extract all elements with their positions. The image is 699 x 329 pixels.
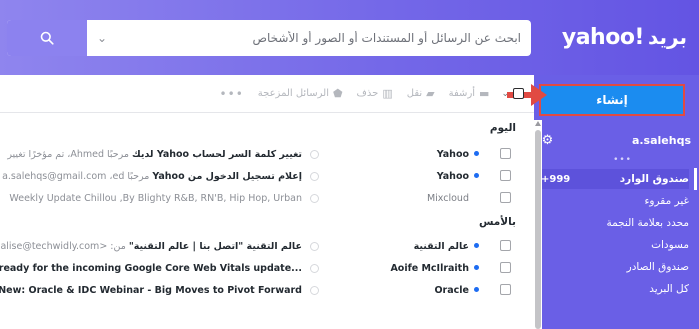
message-toolbar: ⌄ ▬ أرشفة ▰ نقل ▥ حذف ⬟ الرسائل المزعجة … bbox=[0, 75, 534, 113]
sidebar-item-label: غير مقروء bbox=[644, 195, 689, 207]
message-subject: Weekly Update Chillou ,By Blighty R&B, R… bbox=[0, 193, 302, 204]
more-actions-button[interactable]: ••• bbox=[220, 87, 244, 101]
message-row[interactable]: Oracle New: Oracle & IDC Webinar - Big M… bbox=[0, 279, 534, 301]
star-icon[interactable] bbox=[310, 263, 319, 273]
sidebar-item-drafts[interactable]: مسودات bbox=[541, 235, 689, 255]
unread-dot-icon bbox=[474, 265, 479, 270]
message-checkbox[interactable] bbox=[500, 284, 511, 295]
move-button[interactable]: ▰ نقل bbox=[407, 87, 435, 100]
move-label: نقل bbox=[406, 88, 423, 99]
subject-text: تغيير كلمة السر لحساب Yahoo لديك bbox=[132, 148, 302, 160]
scroll-up-arrow-icon[interactable] bbox=[535, 121, 541, 126]
folder-move-icon: ▰ bbox=[426, 87, 435, 100]
archive-button[interactable]: ▬ أرشفة bbox=[449, 87, 490, 100]
sidebar: إنشاء ⚙ a.salehqs ••• صندوق الوارد 999+ … bbox=[534, 75, 699, 329]
snippet-text: مرحبًا a.salehqs@gmail.com ،ed bbox=[2, 170, 153, 182]
message-sender: Mixcloud bbox=[426, 192, 469, 204]
unread-count-badge: 999+ bbox=[541, 173, 571, 185]
unread-dot-icon bbox=[474, 151, 479, 156]
message-sender: Aoife McIlraith bbox=[390, 262, 469, 274]
star-icon[interactable] bbox=[310, 149, 319, 159]
sidebar-item-inbox[interactable]: صندوق الوارد 999+ bbox=[541, 169, 689, 189]
compose-button[interactable]: إنشاء bbox=[539, 84, 685, 116]
sidebar-item-label: مسودات bbox=[651, 239, 689, 251]
snippet-text: من: <alise@techwidly.com bbox=[0, 240, 129, 252]
message-subject: تغيير كلمة السر لحساب Yahoo لديك مرحبًا … bbox=[0, 149, 302, 160]
message-list: اليوم Yahoo تغيير كلمة السر لحساب Yahoo … bbox=[0, 114, 534, 329]
sidebar-item-label: صندوق الصادر bbox=[626, 261, 689, 273]
star-icon[interactable] bbox=[310, 193, 319, 203]
message-checkbox[interactable] bbox=[500, 148, 511, 159]
subject-text: New: Oracle & IDC Webinar - Big Moves to… bbox=[0, 284, 302, 296]
message-row[interactable]: عالم التقنية عالم التقنية "اتصل بنا | عا… bbox=[0, 235, 534, 257]
delete-button[interactable]: ▥ حذف bbox=[357, 87, 393, 100]
yahoo-mail-logo[interactable]: yahoo! بريد bbox=[562, 20, 687, 54]
search-icon bbox=[40, 31, 54, 45]
delete-label: حذف bbox=[356, 88, 379, 99]
search-options-dropdown[interactable]: ⌄ bbox=[87, 20, 117, 56]
sidebar-item-label: محدد بعلامة النجمة bbox=[606, 217, 689, 229]
logo-yahoo-text: yahoo! bbox=[561, 24, 645, 50]
unread-dot-icon bbox=[474, 243, 479, 248]
logo-mail-text: بريد bbox=[647, 25, 687, 49]
subject-text: ...site ready for the incoming Google Co… bbox=[0, 262, 302, 274]
group-label-yesterday: بالأمس bbox=[478, 216, 516, 228]
search-button[interactable] bbox=[7, 20, 87, 56]
sidebar-scrollbar[interactable] bbox=[534, 120, 542, 329]
message-checkbox[interactable] bbox=[500, 240, 511, 251]
account-name[interactable]: a.salehqs bbox=[632, 134, 691, 147]
account-row: ⚙ a.salehqs bbox=[541, 130, 691, 150]
spam-button[interactable]: ⬟ الرسائل المزعجة bbox=[258, 87, 343, 100]
message-checkbox[interactable] bbox=[500, 262, 511, 273]
unread-dot-icon bbox=[474, 287, 479, 292]
sidebar-item-unread[interactable]: غير مقروء bbox=[541, 191, 689, 211]
message-sender: Yahoo bbox=[436, 148, 469, 160]
message-row[interactable]: Mixcloud Weekly Update Chillou ,By Bligh… bbox=[0, 187, 534, 209]
message-checkbox[interactable] bbox=[500, 170, 511, 181]
gear-icon[interactable]: ⚙ bbox=[541, 133, 554, 148]
message-row[interactable]: Aoife McIlraith ...site ready for the in… bbox=[0, 257, 534, 279]
message-row[interactable]: Yahoo تغيير كلمة السر لحساب Yahoo لديك م… bbox=[0, 143, 534, 165]
message-subject: عالم التقنية "اتصل بنا | عالم التقنية" م… bbox=[0, 241, 302, 252]
group-label-today: اليوم bbox=[489, 122, 516, 134]
select-all-control[interactable]: ⌄ bbox=[501, 88, 524, 99]
subject-text: عالم التقنية "اتصل بنا | عالم التقنية" bbox=[128, 240, 302, 252]
message-subject: ...site ready for the incoming Google Co… bbox=[0, 263, 302, 274]
star-icon[interactable] bbox=[310, 285, 319, 295]
message-checkbox[interactable] bbox=[500, 192, 511, 203]
message-row[interactable]: Yahoo إعلام تسجيل الدخول من Yahoo مرحبًا… bbox=[0, 165, 534, 187]
chevron-down-icon[interactable]: ⌄ bbox=[501, 89, 509, 99]
search-bar: ⌄ bbox=[7, 20, 531, 56]
archive-label: أرشفة bbox=[448, 88, 476, 99]
unread-dot-icon bbox=[474, 173, 479, 178]
top-header: ⌄ yahoo! بريد bbox=[0, 0, 699, 75]
chevron-down-icon: ⌄ bbox=[96, 31, 108, 45]
message-sender: Oracle bbox=[434, 284, 469, 296]
message-subject: إعلام تسجيل الدخول من Yahoo مرحبًا a.sal… bbox=[0, 171, 302, 182]
message-subject: New: Oracle & IDC Webinar - Big Moves to… bbox=[0, 285, 302, 296]
sidebar-item-label: كل البريد bbox=[649, 283, 689, 295]
subject-text: إعلام تسجيل الدخول من Yahoo bbox=[152, 170, 302, 182]
trash-icon: ▥ bbox=[382, 87, 393, 100]
more-dots[interactable]: ••• bbox=[613, 155, 632, 165]
star-icon[interactable] bbox=[310, 171, 319, 181]
spam-label: الرسائل المزعجة bbox=[257, 88, 329, 99]
snippet-text: مرحبًا Ahmed، تم مؤخرًا تغيير bbox=[7, 148, 133, 160]
sidebar-item-sent[interactable]: صندوق الصادر bbox=[541, 257, 689, 277]
sidebar-item-label: صندوق الوارد bbox=[619, 173, 689, 185]
star-icon[interactable] bbox=[310, 241, 319, 251]
message-sender: Yahoo bbox=[436, 170, 469, 182]
scrollbar-thumb[interactable] bbox=[535, 130, 541, 329]
message-sender: عالم التقنية bbox=[413, 240, 469, 252]
archive-icon: ▬ bbox=[479, 87, 490, 100]
active-indicator bbox=[694, 168, 697, 190]
sidebar-item-all-mail[interactable]: كل البريد bbox=[541, 279, 689, 299]
shield-icon: ⬟ bbox=[332, 87, 343, 100]
search-input[interactable] bbox=[117, 20, 531, 56]
snippet-text: Weekly Update Chillou ,By Blighty R&B, R… bbox=[9, 192, 302, 204]
select-all-checkbox[interactable] bbox=[513, 88, 524, 99]
sidebar-item-starred[interactable]: محدد بعلامة النجمة bbox=[541, 213, 689, 233]
